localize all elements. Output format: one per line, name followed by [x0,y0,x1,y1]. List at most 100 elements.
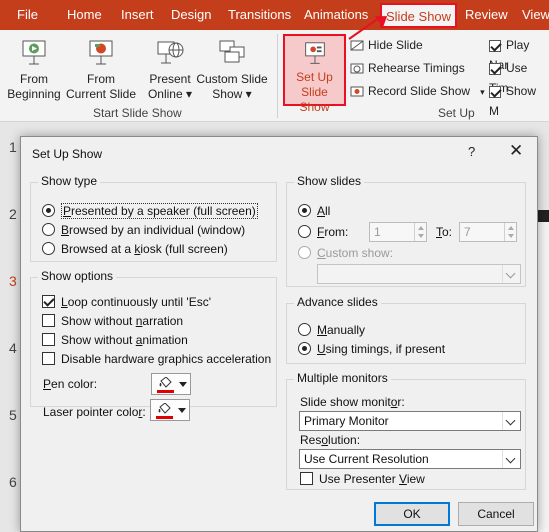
without-animation-label: Show without animation [61,333,188,347]
laser-pointer-color-picker[interactable] [150,399,190,421]
all-label-key: A [317,204,326,218]
radio-using-timings[interactable]: Using timings, if present [298,341,445,357]
help-icon[interactable]: ? [468,144,475,159]
radio-dot-icon [298,342,311,356]
custom-slide-show-button[interactable]: Custom Slide Show ▾ [195,38,269,102]
hide-slide-label: Hide Slide [368,38,423,52]
all-label: ll [325,204,331,218]
ok-button[interactable]: OK [374,502,450,526]
radio-presented-by-speaker[interactable]: Presented by a speaker (full screen) [42,203,258,219]
close-icon[interactable]: ✕ [509,141,523,161]
show-options-group: Show options Loop continuously until 'Es… [30,269,277,419]
radio-browsed-at-kiosk[interactable]: Browsed at a kiosk (full screen) [42,241,228,257]
disable-hardware-acceleration-checkbox[interactable]: Disable hardware graphics acceleration [42,351,271,367]
show-media-controls-checkbox[interactable]: Show M [489,81,549,118]
slide-number-3[interactable]: 3 [9,273,17,289]
from-slide-spinner[interactable]: 1 [369,222,427,242]
checkbox-check-icon [42,314,55,328]
rehearse-timings-button[interactable]: Rehearse Timings [350,58,465,78]
from-beginning-button[interactable]: From Beginning [6,38,62,102]
show-type-label: Show type [38,174,101,188]
without-narration-checkbox[interactable]: Show without narration [42,313,183,329]
from-label: rom: [324,225,349,239]
group-separator [277,34,278,118]
present-online-button[interactable]: Present Online ▾ [145,38,195,102]
tab-file[interactable]: File [17,0,38,30]
show-options-label: Show options [38,269,117,283]
radio-dot-icon [298,225,311,239]
laser-color-swatch [156,416,173,419]
radio-from-slides[interactable]: From: [298,224,348,240]
tab-transitions[interactable]: Transitions [228,0,291,30]
tab-insert[interactable]: Insert [121,0,154,30]
without-animation-checkbox[interactable]: Show without animation [42,332,188,348]
timings-key: U [317,342,326,356]
laser-pointer-color-label: Laser pointer color: [43,405,146,419]
tab-animations[interactable]: Animations [304,0,368,30]
record-icon [350,86,364,97]
slide-show-monitor-label: Slide show monitor: [300,395,405,409]
from-beginning-line1: From [20,72,48,86]
radio-dot-icon [298,246,311,260]
set-up-slide-show-button[interactable]: Set Up Slide Show [283,34,346,114]
checkbox-check-icon [42,295,55,309]
radio-browsed-by-individual[interactable]: Browsed by an individual (window) [42,222,245,238]
spinner-arrows-icon[interactable] [504,223,516,241]
resolution-select[interactable]: Use Current Resolution [299,449,521,469]
ribbon: From Beginning From Current Slide Presen… [0,30,549,122]
resolution-value: Use Current Resolution [304,452,429,466]
from-current-slide-button[interactable]: From Current Slide [64,38,138,102]
tab-slide-show[interactable]: Slide Show [380,3,458,28]
radio-dot-icon [42,242,55,256]
set-up-group-label: Set Up [438,106,475,120]
play-narrations-checkbox[interactable]: Play Nar [489,35,549,72]
record-slide-show-button[interactable]: Record Slide Show ▾ [350,81,485,101]
spinner-arrows-icon[interactable] [414,223,426,241]
chevron-down-icon [502,412,520,430]
slide-number-4[interactable]: 4 [9,340,17,356]
radio-all-slides[interactable]: All [298,203,330,219]
loop-continuously-checkbox[interactable]: Loop continuously until 'Esc' [42,294,211,310]
paint-bucket-icon [159,377,172,388]
tab-design[interactable]: Design [171,0,211,30]
checkbox-check-icon [300,472,313,486]
use-timings-check-icon [489,62,501,75]
tab-home[interactable]: Home [67,0,102,30]
radio-dot-icon [298,204,311,218]
loop-label: Loop continuously until 'Esc' [61,295,212,309]
present-online-line1: Present [149,72,191,86]
from-current-line1: From [87,72,115,86]
set-up-show-dialog: Set Up Show ? ✕ Show type Presented by a… [20,136,538,532]
tab-review[interactable]: Review [465,0,508,30]
checkbox-check-icon [42,333,55,347]
custom-show-line1: Custom Slide [196,72,268,86]
use-timings-checkbox[interactable]: Use Tim [489,58,549,95]
slide-number-2[interactable]: 2 [9,206,17,222]
slide-number-6[interactable]: 6 [9,474,17,490]
play-from-current-icon [89,40,113,65]
custom-show-label: Custom show: [317,246,394,260]
radio-custom-show[interactable]: Custom show: [298,245,393,261]
show-slides-group: Show slides All From: 1 To: 7 Custom sho… [286,174,526,287]
slide-show-monitor-select[interactable]: Primary Monitor [299,411,521,431]
to-slide-spinner[interactable]: 7 [459,222,517,242]
chevron-down-icon [502,265,520,283]
manually-key: M [317,323,327,337]
slide-number-1[interactable]: 1 [9,139,17,155]
chevron-down-icon [179,382,187,387]
slide-number-5[interactable]: 5 [9,407,17,423]
tab-view[interactable]: View [522,0,549,30]
pen-color-picker[interactable] [151,373,191,395]
record-dropdown-chevron-icon[interactable]: ▾ [480,87,485,97]
using-timings-label: sing timings, if present [325,342,446,356]
record-label: Record Slide Show [368,84,471,98]
cancel-button[interactable]: Cancel [458,502,534,526]
custom-show-select[interactable] [317,264,521,284]
advance-slides-label: Advance slides [294,295,381,309]
to-value: 7 [464,225,471,239]
radio-manually[interactable]: Manually [298,322,365,338]
hide-slide-button[interactable]: Hide Slide [350,35,423,55]
use-presenter-view-checkbox[interactable]: Use Presenter View [300,471,425,487]
present-online-icon [157,41,184,64]
ribbon-tab-bar: File Home Insert Design Transitions Anim… [0,0,549,30]
